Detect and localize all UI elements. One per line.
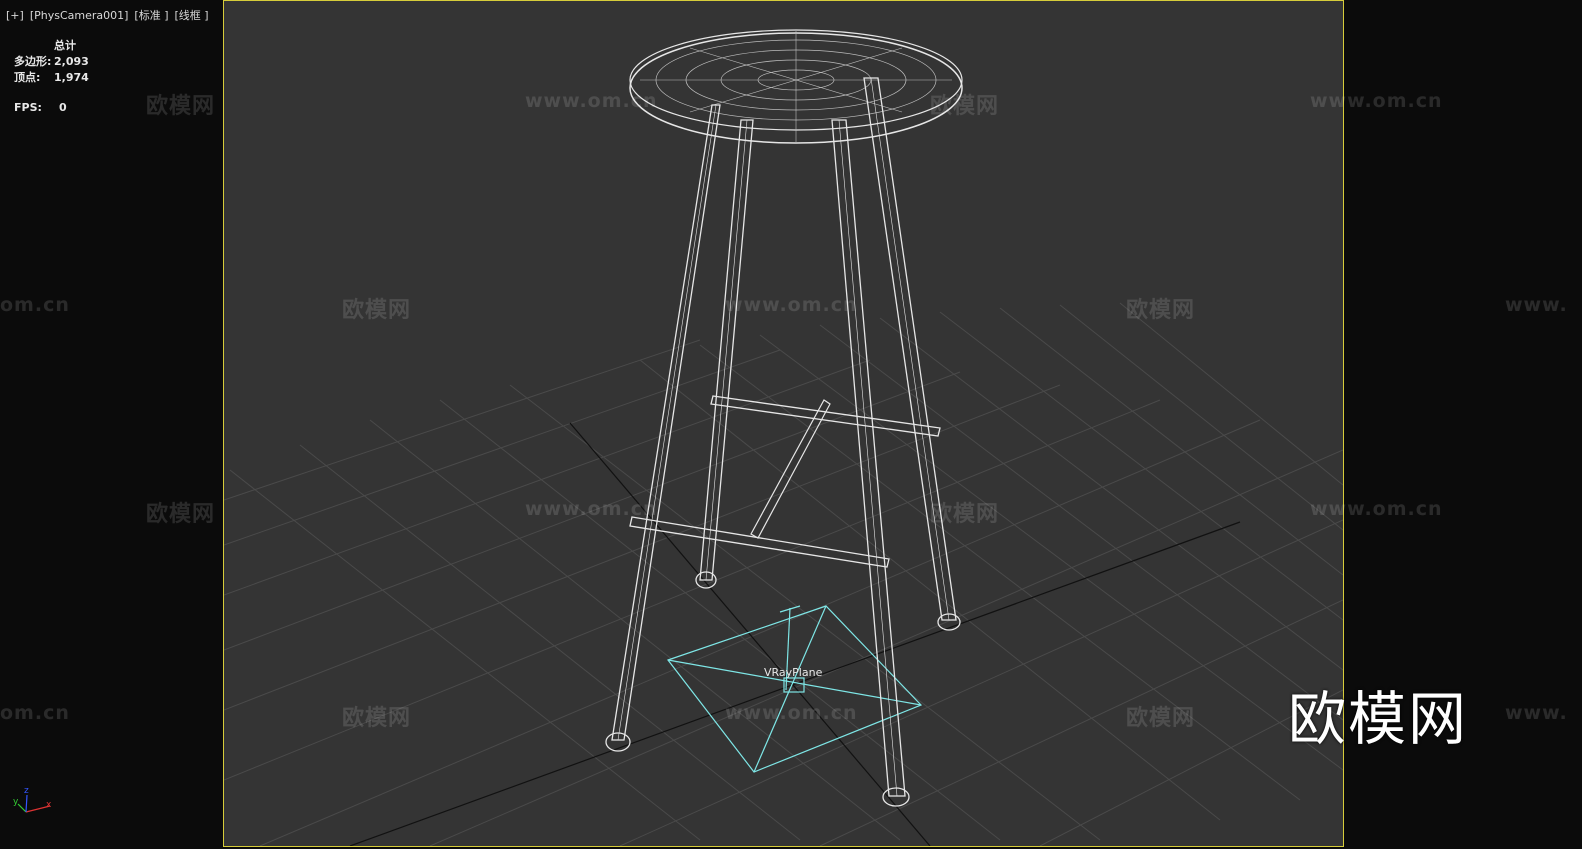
camera-menu-button[interactable]: [PhysCamera001]: [30, 9, 129, 22]
viewport-label[interactable]: [+] [PhysCamera001] [标准 ] [线框 ]: [6, 7, 215, 23]
watermark-url: www.om.cn: [525, 90, 658, 112]
watermark-logo: 欧模网: [1126, 706, 1196, 731]
watermark-logo: 欧模网: [930, 502, 1000, 527]
stats-header: 总计: [54, 39, 76, 52]
watermark-url: www.om.cn: [725, 702, 858, 724]
watermark-logo: 欧模网: [1126, 298, 1196, 323]
fps-label: FPS:: [14, 101, 42, 114]
vray-plane-label: VRayPlane: [764, 666, 823, 679]
vertices-value: 1,974: [54, 71, 89, 84]
fps-readout: FPS: 0: [14, 101, 67, 114]
vertices-label: 顶点:: [14, 71, 41, 84]
brand-logo-watermark: 欧模网: [1288, 685, 1469, 753]
watermark-url: www.: [1505, 702, 1568, 724]
watermark-url: www.om.cn: [1310, 90, 1443, 112]
watermark-logo: 欧模网: [146, 502, 216, 527]
watermark-url: om.cn: [0, 294, 70, 316]
display-mode-button[interactable]: [线框 ]: [175, 9, 209, 22]
axis-z-label: z: [24, 786, 29, 796]
watermark-url: om.cn: [0, 702, 70, 724]
fps-value: 0: [59, 101, 67, 114]
watermark-logo: 欧模网: [342, 298, 412, 323]
shading-preset-button[interactable]: [标准 ]: [134, 9, 168, 22]
watermark-logo: 欧模网: [146, 94, 216, 119]
ground-grid: [224, 302, 1343, 846]
axis-y-label: y: [13, 797, 19, 807]
watermark-logo: 欧模网: [342, 706, 412, 731]
viewport-menu-button[interactable]: [+]: [6, 9, 24, 22]
axis-x-label: x: [46, 800, 52, 810]
polygons-label: 多边形:: [14, 55, 52, 68]
polygons-value: 2,093: [54, 55, 89, 68]
statistics-panel: 总计 多边形: 2,093 顶点: 1,974: [14, 38, 89, 86]
watermark-url: www.om.cn: [725, 294, 858, 316]
watermark-url: www.om.cn: [1310, 498, 1443, 520]
watermark-url: www.: [1505, 294, 1568, 316]
watermark-logo: 欧模网: [930, 94, 1000, 119]
watermark-url: www.om.cn: [525, 498, 658, 520]
